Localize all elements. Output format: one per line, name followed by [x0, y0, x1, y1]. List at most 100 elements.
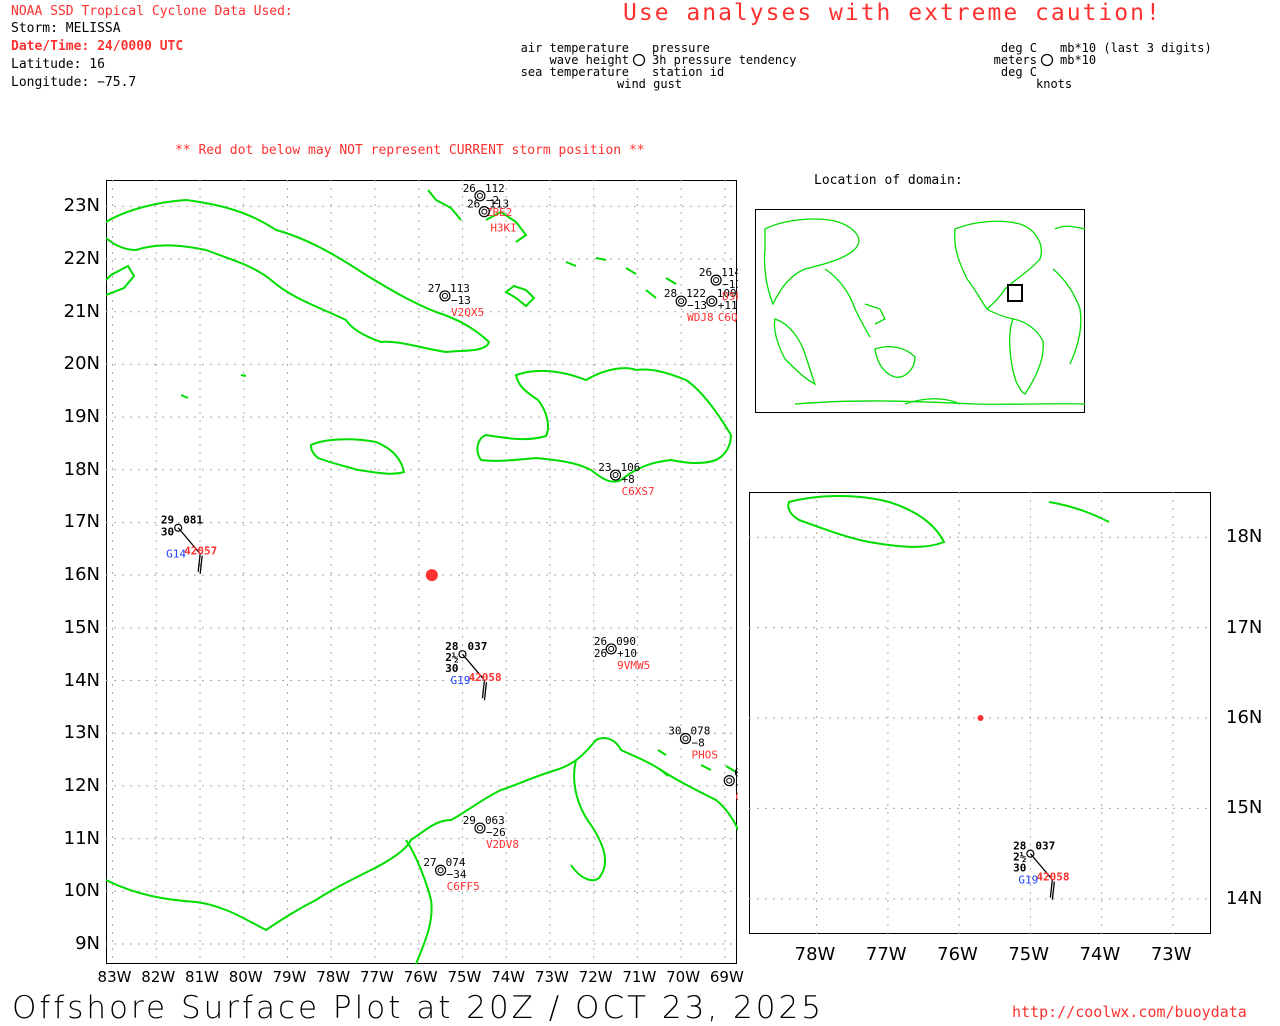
- lon-label: 78W: [316, 968, 351, 986]
- pressure-value: 037: [467, 640, 487, 653]
- units-knots: knots: [1036, 77, 1073, 91]
- lat-label: 13N: [63, 722, 100, 744]
- lon-label: 80W: [228, 968, 263, 986]
- station-id-label: V2QX5: [451, 306, 484, 319]
- air-temp-value: 29: [463, 814, 476, 827]
- zoom-lon-label: 78W: [794, 944, 836, 965]
- zoom-lon-label: 74W: [1079, 944, 1121, 965]
- lat-label: 11N: [63, 827, 100, 849]
- lon-label: 76W: [403, 968, 438, 986]
- zoom-lon-label: 73W: [1150, 944, 1192, 965]
- units-mb: mb*10: [1060, 53, 1097, 67]
- lat-label: 23N: [63, 195, 100, 217]
- lat-label: 20N: [63, 353, 100, 375]
- lat-label: 14N: [63, 669, 100, 691]
- lon-label: 70W: [666, 968, 701, 986]
- lon-label: 82W: [141, 968, 176, 986]
- lon-label: 71W: [622, 968, 657, 986]
- zoom-lat-label: 15N: [1226, 797, 1263, 819]
- lat-label: 21N: [63, 300, 100, 322]
- lon-label: 83W: [97, 968, 132, 986]
- storm-datetime: Date/Time: 24/0000 UTC: [11, 39, 184, 54]
- wind-gust-value: G19: [450, 674, 470, 687]
- air-temp-value: 27: [428, 282, 441, 295]
- zoom-lat-label: 16N: [1226, 707, 1263, 729]
- lat-label: 9N: [75, 932, 100, 954]
- storm-position-dot: [425, 569, 438, 582]
- lat-label: 10N: [63, 880, 100, 902]
- zoom-lon-label: 75W: [1008, 944, 1050, 965]
- source-url-link[interactable]: http://coolwx.com/buoydata: [1012, 1003, 1247, 1021]
- wind-gust-value: G19: [1018, 874, 1038, 887]
- station-id-label: 9VMW5: [617, 659, 650, 672]
- storm-dot: [425, 569, 438, 582]
- air-temp-value: 26: [699, 266, 712, 279]
- pressure-value: 081: [183, 514, 203, 527]
- storm-latitude: Latitude: 16: [11, 57, 105, 72]
- lon-label: 72W: [578, 968, 613, 986]
- red-dot-note: ** Red dot below may NOT represent CURRE…: [175, 143, 645, 158]
- lat-label: 17N: [63, 511, 100, 533]
- pressure-value: 113: [489, 198, 509, 211]
- pressure-value: 037: [1035, 840, 1055, 853]
- lat-label: 16N: [63, 564, 100, 586]
- zoom-lon-label: 76W: [937, 944, 978, 965]
- sea-temp-value: 30: [161, 526, 174, 539]
- station-id-label: C6XS7: [622, 485, 655, 498]
- units-left-labels: deg C meters deg C: [994, 42, 1037, 78]
- lon-label: 77W: [359, 968, 394, 986]
- data-source-label: NOAA SSD Tropical Cyclone Data Used:: [11, 4, 293, 19]
- air-temp-value: 30: [668, 724, 681, 737]
- caution-banner: Use analyses with extreme caution!: [623, 0, 1162, 26]
- station-id-label: C6QL: [718, 311, 738, 324]
- legend-left-labels: air temperature wave height sea temperat…: [521, 42, 629, 78]
- lon-label: 69W: [709, 968, 744, 986]
- station-id-label: 42057: [184, 545, 217, 558]
- air-temp-value: 23: [598, 461, 611, 474]
- zoom-storm-dot: [977, 715, 984, 722]
- zoom-lat-label: 17N: [1226, 616, 1263, 638]
- station-id-label: C6FF5: [447, 880, 480, 893]
- zoom-map: 28 0372½3042058G19: [749, 492, 1212, 935]
- station-id-label: 42058: [1036, 871, 1069, 884]
- lat-label: 22N: [63, 248, 100, 270]
- lon-label: 81W: [185, 968, 219, 986]
- legend-right-labels: pressure 3h pressure tendency station id: [652, 42, 797, 78]
- zoom-lat-label: 14N: [1226, 887, 1263, 909]
- station-id-label: D5PT7: [722, 290, 738, 303]
- zoom-storm-dot: [977, 715, 984, 722]
- station-id-label: WDJ8: [687, 311, 714, 324]
- legend-sea-temp: sea temperature: [520, 65, 629, 79]
- lat-label: 15N: [63, 616, 100, 638]
- lat-label: 19N: [63, 406, 100, 428]
- plot-title: Offshore Surface Plot at 20Z / OCT 23, 2…: [12, 990, 824, 1026]
- legend-station-circle-icon: [632, 53, 646, 67]
- units-station-circle-icon: [1040, 53, 1054, 67]
- zoom-lon-label: 77W: [865, 944, 907, 965]
- legend-gust: wind gust: [617, 77, 683, 91]
- air-temp-value: 28: [664, 287, 677, 300]
- lon-label: 74W: [491, 968, 526, 986]
- air-temp-value: 26: [463, 182, 476, 195]
- station-id-label: C6UA2: [735, 791, 738, 804]
- storm-name: Storm: MELISSA: [11, 21, 121, 36]
- lat-label: 18N: [63, 458, 100, 480]
- lon-label: 79W: [272, 968, 307, 986]
- zoom-lat-label: 18N: [1226, 526, 1263, 548]
- main-map: 29 0813042057G1428 0372½3042058G1926 09026 +…: [106, 180, 738, 964]
- air-temp-value: 26: [467, 198, 480, 211]
- station-id-label: PHOS: [692, 748, 719, 761]
- lat-label: 12N: [63, 774, 100, 796]
- location-label: Location of domain:: [814, 173, 963, 188]
- lon-label: 73W: [534, 968, 569, 986]
- units-right-labels: mb*10 (last 3 digits) mb*10: [1060, 42, 1212, 66]
- lon-label: 75W: [447, 968, 482, 986]
- world-inset-map: [755, 209, 1086, 413]
- storm-longitude: Longitude: −75.7: [11, 75, 137, 90]
- air-temp-value: 27: [423, 856, 436, 869]
- station-id-label: 42058: [468, 671, 501, 684]
- station-id-label: H3KI: [490, 222, 517, 235]
- wind-gust-value: G14: [166, 548, 186, 561]
- sea-temp-value: 26: [594, 647, 607, 660]
- station-id-label: V2DV8: [486, 838, 519, 851]
